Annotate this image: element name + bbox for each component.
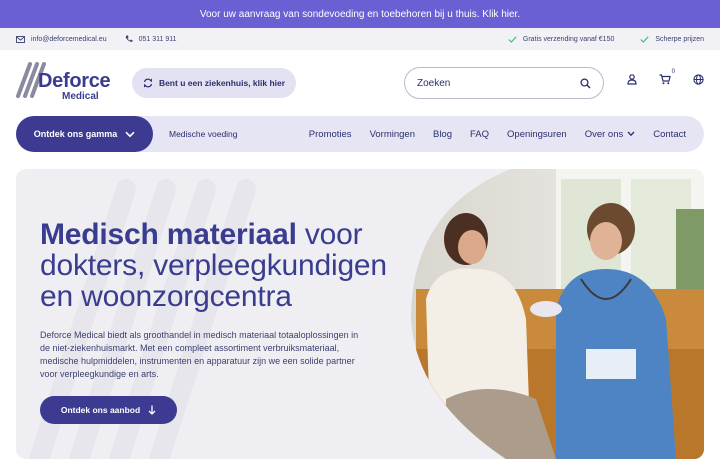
nav-blog[interactable]: Blog bbox=[433, 129, 452, 140]
gamma-button[interactable]: Ontdek ons gamma bbox=[16, 116, 153, 152]
search-icon[interactable] bbox=[580, 77, 591, 89]
header-icons: 0 bbox=[605, 69, 704, 85]
nav-over-ons[interactable]: Over ons bbox=[585, 129, 636, 140]
shipping-text: Gratis verzending vanaf €150 bbox=[522, 35, 615, 43]
nav-medische-voeding[interactable]: Medische voeding bbox=[169, 129, 238, 139]
nav-over-ons-label: Over ons bbox=[584, 128, 624, 140]
logo-subname: Medical bbox=[62, 91, 99, 102]
hospital-button[interactable]: Bent u een ziekenhuis, klik hier bbox=[132, 68, 296, 98]
hero-title: Medisch materiaal voor dokters, verpleeg… bbox=[40, 219, 400, 312]
gamma-button-label: Ontdek ons gamma bbox=[33, 129, 118, 139]
mail-icon bbox=[16, 35, 25, 43]
deforce-logo[interactable]: Deforce Medical bbox=[16, 60, 116, 106]
user-icon bbox=[627, 74, 637, 85]
hero-title-bold: Medisch materiaal bbox=[40, 218, 297, 251]
email-text[interactable]: info@deforcemedical.eu bbox=[31, 36, 107, 43]
hero-photo bbox=[411, 169, 704, 459]
cart-icon bbox=[659, 74, 671, 85]
nav-faq[interactable]: FAQ bbox=[470, 129, 489, 140]
email-contact[interactable]: info@deforcemedical.eu bbox=[16, 36, 107, 43]
account-button[interactable] bbox=[627, 74, 637, 85]
cart-button[interactable]: 0 bbox=[659, 69, 675, 85]
check-icon bbox=[640, 35, 649, 43]
chevron-down-icon bbox=[627, 131, 635, 137]
main-nav: Ontdek ons gamma Medische voeding Promot… bbox=[16, 116, 704, 152]
phone-contact[interactable]: 051 311 911 bbox=[125, 35, 177, 43]
globe-icon bbox=[693, 74, 704, 85]
refresh-icon bbox=[143, 78, 153, 88]
hero-description: Deforce Medical biedt als groothandel in… bbox=[40, 330, 359, 379]
hero-section: Medisch materiaal voor dokters, verpleeg… bbox=[16, 169, 704, 459]
announcement-text[interactable]: Voor uw aanvraag van sondevoeding en toe… bbox=[200, 9, 520, 20]
check-icon bbox=[508, 35, 517, 43]
phone-text[interactable]: 051 311 911 bbox=[139, 36, 177, 43]
phone-icon bbox=[125, 35, 133, 42]
hospital-button-label: Bent u een ziekenhuis, klik hier bbox=[158, 78, 286, 88]
announcement-bar[interactable]: Voor uw aanvraag van sondevoeding en toe… bbox=[0, 0, 720, 28]
prices-usp: Scherpe prijzen bbox=[640, 36, 704, 43]
site-header: Deforce Medical Bent u een ziekenhuis, k… bbox=[0, 50, 720, 116]
search-box bbox=[404, 67, 604, 99]
cart-count: 0 bbox=[671, 69, 675, 75]
offer-button[interactable]: Ontdek ons aanbod bbox=[40, 396, 177, 424]
logo-name: Deforce bbox=[38, 70, 111, 92]
nav-promoties[interactable]: Promoties bbox=[309, 129, 352, 140]
nav-contact[interactable]: Contact bbox=[653, 129, 686, 140]
nav-links: Promoties Vormingen Blog FAQ Openingsure… bbox=[291, 129, 704, 140]
info-bar: info@deforcemedical.eu 051 311 911 Grati… bbox=[0, 28, 720, 50]
search-input[interactable] bbox=[417, 77, 580, 89]
arrow-down-icon bbox=[148, 405, 156, 415]
prices-text: Scherpe prijzen bbox=[655, 35, 704, 43]
offer-button-label: Ontdek ons aanbod bbox=[60, 405, 141, 415]
nav-vormingen[interactable]: Vormingen bbox=[370, 129, 415, 140]
nav-openingsuren[interactable]: Openingsuren bbox=[507, 129, 567, 140]
shipping-usp: Gratis verzending vanaf €150 bbox=[508, 36, 614, 43]
chevron-down-icon bbox=[125, 131, 135, 137]
language-button[interactable] bbox=[693, 74, 704, 85]
